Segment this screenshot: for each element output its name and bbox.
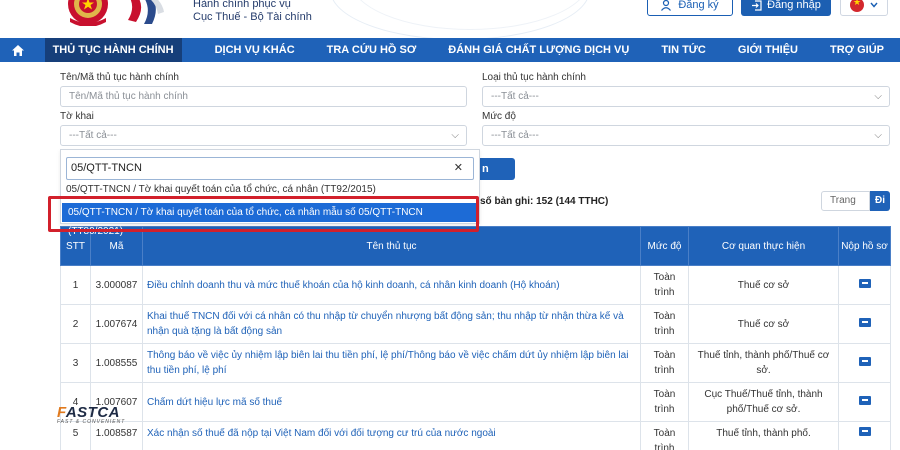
record-count: số bản ghi: 152 (144 TTHC) [480, 196, 609, 207]
row-stt: 1 [60, 265, 91, 305]
fastca-tagline: FAST & CONVENIENT [57, 419, 126, 425]
row-agency: Cục Thuế/Thuế tỉnh, thành phố/Thuế cơ sở… [688, 382, 839, 422]
level-select[interactable]: ---Tất cả--- ⌵ [482, 125, 890, 146]
row-agency: Thuế tỉnh, thành phố/Thuế cơ sở. [688, 343, 839, 383]
row-agency: Thuế tỉnh, thành phố. [688, 421, 839, 450]
submit-file-icon[interactable] [858, 317, 871, 327]
submit-cell [838, 265, 891, 305]
form-dropdown-search[interactable]: 05/QTT-TNCN ✕ [66, 157, 474, 180]
national-emblem-icon [68, 0, 108, 26]
dropdown-option[interactable]: 05/QTT-TNCN / Tờ khai quyết toán của tổ … [66, 184, 376, 195]
submit-file-icon[interactable] [858, 356, 871, 366]
table-row: 5 1.008587 Xác nhận số thuế đã nộp tại V… [60, 421, 891, 450]
chevron-down-icon: ⌵ [874, 130, 882, 141]
type-select[interactable]: ---Tất cả--- ⌵ [482, 86, 890, 107]
row-level: Toàn trình [640, 421, 689, 450]
table-row: 3 1.008555 Thông báo về việc ủy nhiệm lậ… [60, 343, 891, 383]
level-select-value: ---Tất cả--- [491, 130, 539, 141]
submit-cell [838, 343, 891, 383]
header-submit: Nộp hồ sơ [838, 226, 891, 266]
user-add-icon [661, 0, 672, 11]
page-go-button[interactable]: Đi [870, 191, 890, 211]
row-stt: 5 [60, 421, 91, 450]
form-label: Tờ khai [60, 111, 94, 122]
table-row: 2 1.007674 Khai thuế TNCN đối với cá nhâ… [60, 304, 891, 344]
row-code: 1.007674 [90, 304, 143, 344]
row-agency: Thuế cơ sở [688, 265, 839, 305]
submit-cell [838, 304, 891, 344]
chevron-down-icon [870, 2, 878, 8]
row-level: Toàn trình [640, 304, 689, 344]
nav-item-lookup[interactable]: TRA CỨU HỒ SƠ [311, 38, 433, 62]
login-button[interactable]: Đăng nhập [741, 0, 831, 16]
type-select-value: ---Tất cả--- [491, 91, 539, 102]
procedure-input[interactable]: Tên/Mã thủ tục hành chính [60, 86, 467, 107]
nav-home[interactable] [0, 38, 37, 62]
nav-item-procedures[interactable]: THỦ TỤC HÀNH CHÍNH [44, 38, 182, 62]
login-label: Đăng nhập [767, 0, 821, 11]
ribbon-logo-icon [128, 0, 164, 24]
row-code: 3.000087 [90, 265, 143, 305]
site-header: Hành chính phục vụ Cục Thuế - Bộ Tài chí… [0, 0, 900, 38]
language-selector[interactable] [840, 0, 888, 16]
submit-file-icon[interactable] [858, 427, 871, 436]
nav-item-help[interactable]: TRỢ GIÚP [814, 38, 900, 62]
submit-cell [838, 421, 891, 450]
nav-item-about[interactable]: GIỚI THIỆU [722, 38, 814, 62]
site-title-line2: Cục Thuế - Bộ Tài chính [193, 11, 312, 23]
row-name-link[interactable]: Thông báo về việc ủy nhiệm lập biên lai … [142, 343, 641, 383]
sign-in-icon [752, 0, 762, 11]
site-title: Hành chính phục vụ Cục Thuế - Bộ Tài chí… [193, 0, 312, 24]
row-stt: 2 [60, 304, 91, 344]
main-nav: THỦ TỤC HÀNH CHÍNH DỊCH VỤ KHÁC TRA CỨU … [0, 38, 900, 62]
row-name-link[interactable]: Chấm dứt hiệu lực mã số thuế [142, 382, 641, 422]
register-label: Đăng ký [678, 0, 719, 11]
chevron-down-icon: ⌵ [874, 91, 882, 102]
nav-item-rating[interactable]: ĐÁNH GIÁ CHẤT LƯỢNG DỊCH VỤ [432, 38, 645, 62]
header-level: Mức độ [640, 226, 689, 266]
row-code: 1.008555 [90, 343, 143, 383]
page-input[interactable]: Trang [821, 191, 870, 211]
type-label: Loại thủ tục hành chính [482, 72, 586, 83]
row-code: 1.008587 [90, 421, 143, 450]
row-name-link[interactable]: Xác nhận số thuế đã nộp tại Việt Nam đối… [142, 421, 641, 450]
procedure-table: STT Mã Tên thủ tục Mức độ Cơ quan thực h… [60, 226, 891, 450]
header-agency: Cơ quan thực hiện [688, 226, 839, 266]
procedure-label: Tên/Mã thủ tục hành chính [60, 72, 179, 83]
row-agency: Thuế cơ sở [688, 304, 839, 344]
row-level: Toàn trình [640, 382, 689, 422]
vietnam-flag-icon [850, 0, 864, 12]
submit-file-icon[interactable] [858, 395, 871, 405]
header-name: Tên thủ tục [142, 226, 641, 266]
row-level: Toàn trình [640, 265, 689, 305]
highlight-box [48, 196, 479, 232]
row-stt: 3 [60, 343, 91, 383]
nav-item-news[interactable]: TIN TỨC [645, 38, 722, 62]
submit-cell [838, 382, 891, 422]
form-select[interactable]: ---Tất cả--- ⌵ [60, 125, 467, 146]
clear-icon[interactable]: ✕ [454, 158, 463, 179]
home-icon [12, 44, 25, 56]
table-header-row: STT Mã Tên thủ tục Mức độ Cơ quan thực h… [60, 226, 891, 266]
site-title-line1: Hành chính phục vụ [193, 0, 291, 10]
row-level: Toàn trình [640, 343, 689, 383]
chevron-down-icon: ⌵ [451, 130, 459, 141]
level-label: Mức độ [482, 111, 516, 122]
form-dropdown-search-value: 05/QTT-TNCN [71, 162, 142, 174]
fastca-watermark: FASTCA FAST & CONVENIENT [57, 404, 125, 425]
table-row: 1 3.000087 Điều chỉnh doanh thu và mức t… [60, 265, 891, 305]
form-select-value: ---Tất cả--- [69, 130, 117, 141]
table-row: 4 1.007607 Chấm dứt hiệu lực mã số thuế … [60, 382, 891, 422]
nav-item-other-services[interactable]: DỊCH VỤ KHÁC [199, 38, 311, 62]
register-button[interactable]: Đăng ký [647, 0, 733, 16]
row-name-link[interactable]: Khai thuế TNCN đối với cá nhân có thu nh… [142, 304, 641, 344]
row-name-link[interactable]: Điều chỉnh doanh thu và mức thuế khoán c… [142, 265, 641, 305]
submit-file-icon[interactable] [858, 278, 871, 288]
search-button[interactable]: n kiếm [478, 158, 515, 197]
